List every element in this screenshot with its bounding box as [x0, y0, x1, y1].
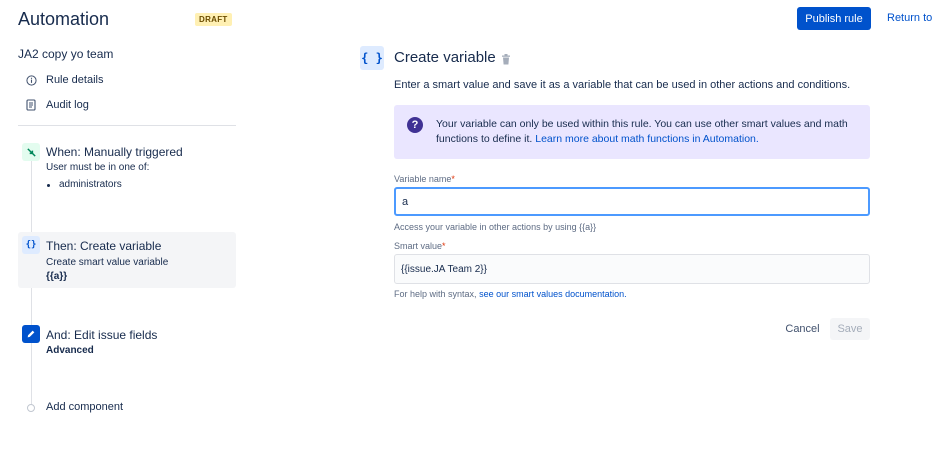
sidebar-divider [18, 125, 236, 126]
add-component-dot [27, 404, 35, 412]
step-title: And: Edit issue fields [46, 328, 158, 342]
save-button[interactable]: Save [830, 318, 870, 340]
add-component-link[interactable]: Add component [46, 401, 123, 413]
info-icon [25, 74, 37, 86]
step-detail: Advanced [46, 345, 94, 356]
step-subtitle: Create smart value variable [46, 257, 169, 268]
cancel-button[interactable]: Cancel [781, 318, 824, 340]
page-title: Automation [18, 9, 110, 29]
trash-icon[interactable] [501, 52, 511, 65]
pencil-icon [22, 325, 40, 343]
smart-values-docs-link[interactable]: see our smart values documentation. [479, 289, 627, 299]
smart-value-help: For help with syntax, see our smart valu… [394, 289, 627, 299]
panel-title: Create variable [394, 49, 496, 66]
smart-value-label: Smart value* [394, 241, 446, 251]
info-message: ? Your variable can only be used within … [394, 105, 870, 159]
variable-braces-icon: { } [360, 46, 384, 70]
required-mark: * [451, 174, 455, 184]
step-title: Then: Create variable [46, 239, 162, 253]
document-icon [25, 99, 37, 111]
rule-name: JA2 copy yo team [18, 47, 114, 61]
step-detail: {{a}} [46, 271, 68, 282]
label-text: Smart value [394, 241, 443, 251]
draft-badge: DRAFT [195, 13, 232, 26]
return-link[interactable]: Return to [887, 12, 932, 24]
bullet [47, 184, 50, 187]
publish-rule-button[interactable]: Publish rule [797, 7, 871, 30]
variable-name-input[interactable]: a [394, 187, 870, 216]
info-text: Your variable can only be used within th… [436, 117, 856, 147]
nav-rule-details[interactable]: Rule details [25, 74, 103, 86]
smart-value-input[interactable]: {{issue.JA Team 2}} [394, 254, 870, 284]
nav-label: Audit log [46, 99, 89, 111]
step-subtitle: User must be in one of: [46, 162, 150, 173]
nav-audit-log[interactable]: Audit log [25, 99, 89, 111]
panel-description: Enter a smart value and save it as a var… [394, 79, 851, 91]
braces-icon: {} [22, 236, 40, 254]
question-icon: ? [407, 117, 423, 133]
variable-name-label: Variable name* [394, 174, 455, 184]
required-mark: * [442, 241, 446, 251]
nav-label: Rule details [46, 74, 104, 86]
trigger-icon [22, 143, 40, 161]
step-bullet-item: administrators [59, 179, 122, 190]
math-functions-link[interactable]: Learn more about math functions in Autom… [535, 133, 759, 145]
step-title: When: Manually triggered [46, 145, 183, 159]
help-prefix: For help with syntax, [394, 289, 477, 299]
label-text: Variable name [394, 174, 452, 184]
variable-name-help: Access your variable in other actions by… [394, 222, 597, 232]
